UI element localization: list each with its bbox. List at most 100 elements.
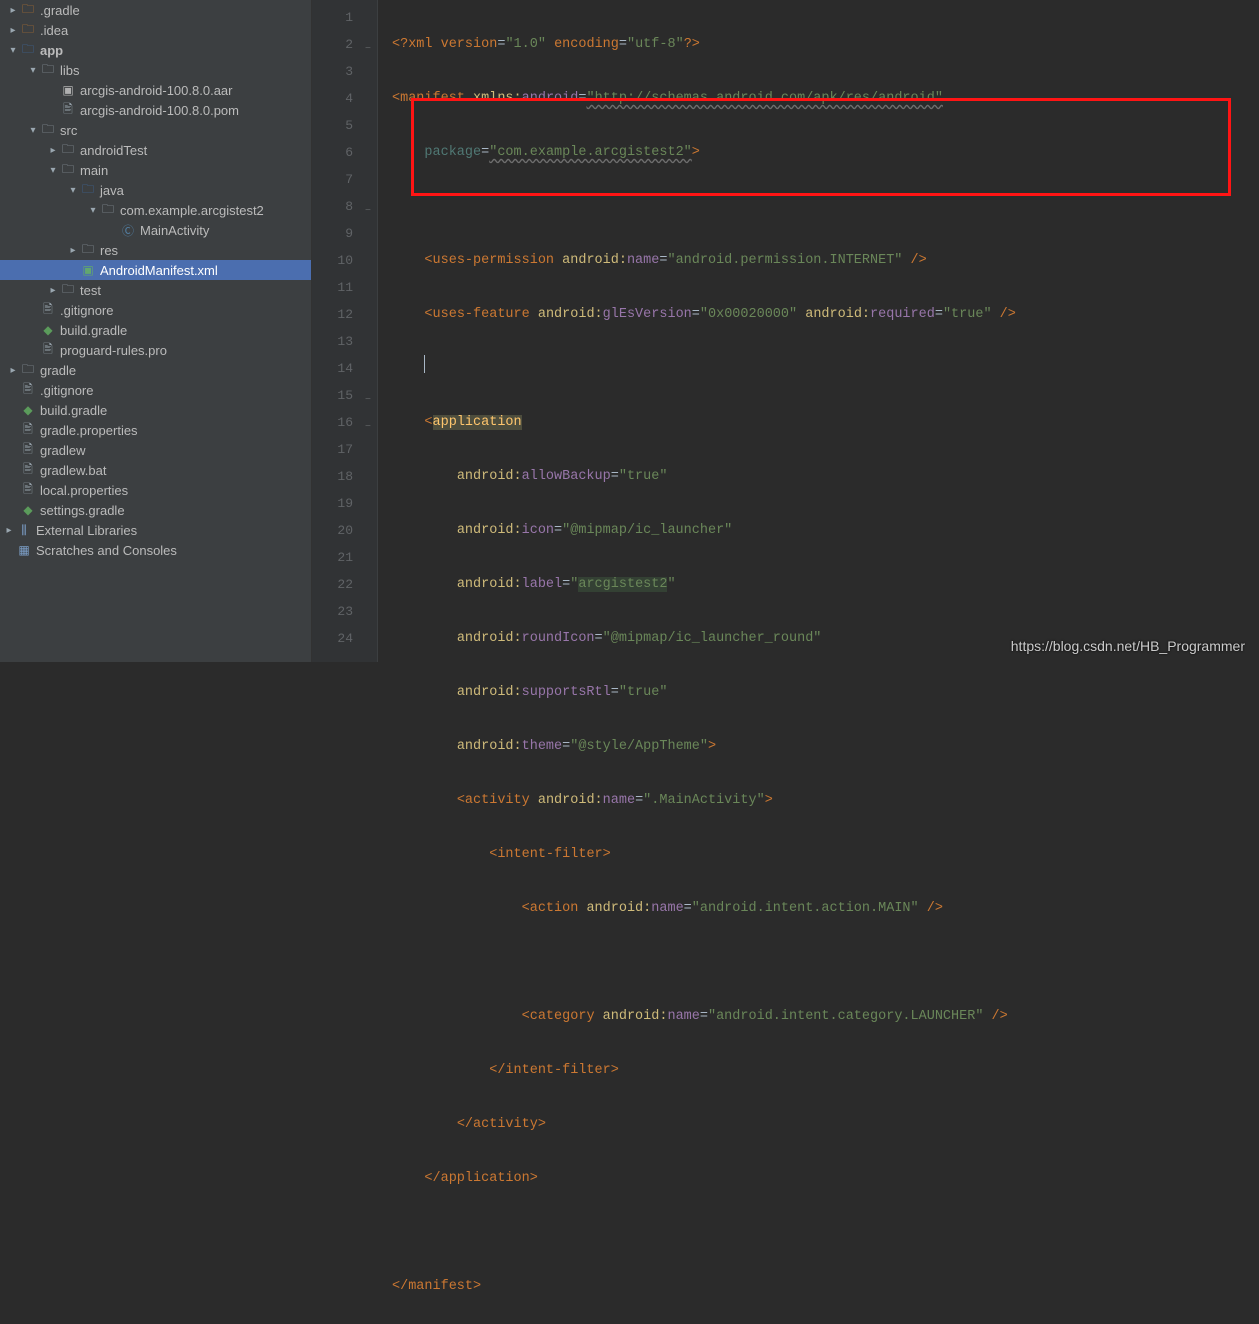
folder-icon: 🗀 <box>60 282 76 298</box>
tree-label: com.example.arcgistest2 <box>120 203 305 218</box>
chevron-down-icon: ▾ <box>26 125 40 136</box>
folder-icon: 🗀 <box>60 142 76 158</box>
file-icon: 🖹 <box>20 482 36 498</box>
tree-label: libs <box>60 63 305 78</box>
tree-label: java <box>100 183 305 198</box>
gradle-icon: ◆ <box>20 402 36 418</box>
tree-label: arcgis-android-100.8.0.aar <box>80 83 305 98</box>
chevron-right-icon: ▸ <box>2 525 16 536</box>
manifest-icon: ▣ <box>80 262 96 278</box>
chevron-down-icon: ▾ <box>66 185 80 196</box>
tree-label: main <box>80 163 305 178</box>
tree-main[interactable]: ▾🗀main <box>0 160 311 180</box>
tree-manifest[interactable]: ▣ AndroidManifest.xml <box>0 260 311 280</box>
tree-java[interactable]: ▾🗀 java <box>0 180 311 200</box>
tree-label: gradle <box>40 363 305 378</box>
chevron-right-icon: ▸ <box>46 145 60 156</box>
tree-label: build.gradle <box>60 323 305 338</box>
tree-gradlew-bat[interactable]: 🖹 gradlew.bat <box>0 460 311 480</box>
chevron-down-icon: ▾ <box>6 45 20 56</box>
tree-aar[interactable]: ▣ arcgis-android-100.8.0.aar <box>0 80 311 100</box>
package-icon: 🗀 <box>100 202 116 218</box>
tree-gitignore2[interactable]: 🖹 .gitignore <box>0 380 311 400</box>
chevron-right-icon: ▸ <box>6 5 20 16</box>
code-editor[interactable]: 1234 5678 9101112 13141516 17181920 2122… <box>312 0 1259 662</box>
tree-label: build.gradle <box>40 403 305 418</box>
tree-label: settings.gradle <box>40 503 305 518</box>
chevron-right-icon: ▸ <box>6 365 20 376</box>
tree-main-activity[interactable]: Ⓒ MainActivity <box>0 220 311 240</box>
file-icon: 🖹 <box>20 382 36 398</box>
tree-label: MainActivity <box>140 223 305 238</box>
class-icon: Ⓒ <box>120 222 136 238</box>
editor-content[interactable]: <?xml version="1.0" encoding="utf-8"?> <… <box>378 0 1259 662</box>
tree-package[interactable]: ▾🗀 com.example.arcgistest2 <box>0 200 311 220</box>
tree-idea-dir[interactable]: ▸🗀 .idea <box>0 20 311 40</box>
chevron-right-icon: ▸ <box>66 245 80 256</box>
scratch-icon: ▦ <box>16 542 32 558</box>
tree-label: app <box>40 43 305 58</box>
folder-icon: 🗀 <box>80 182 96 198</box>
tree-src[interactable]: ▾🗀 src <box>0 120 311 140</box>
tree-label: .gradle <box>40 3 305 18</box>
tree-proguard[interactable]: 🖹 proguard-rules.pro <box>0 340 311 360</box>
module-icon: 🗀 <box>20 42 36 58</box>
tree-label: .idea <box>40 23 305 38</box>
tree-build-gradle[interactable]: ◆ build.gradle <box>0 320 311 340</box>
tree-build-gradle2[interactable]: ◆ build.gradle <box>0 400 311 420</box>
chevron-down-icon: ▾ <box>26 65 40 76</box>
tree-local-props[interactable]: 🖹 local.properties <box>0 480 311 500</box>
tree-label: local.properties <box>40 483 305 498</box>
chevron-right-icon: ▸ <box>46 285 60 296</box>
library-icon: ⫼ <box>16 522 32 538</box>
gradle-icon: ◆ <box>40 322 56 338</box>
file-icon: 🖹 <box>20 462 36 478</box>
tree-test[interactable]: ▸🗀 test <box>0 280 311 300</box>
tree-pom[interactable]: 🖹arcgis-android-100.8.0.pom <box>0 100 311 120</box>
chevron-down-icon: ▾ <box>86 205 100 216</box>
file-icon: 🖹 <box>20 422 36 438</box>
caret-icon <box>424 355 425 373</box>
tree-label: src <box>60 123 305 138</box>
archive-icon: ▣ <box>60 82 76 98</box>
tree-scratches[interactable]: ▦ Scratches and Consoles <box>0 540 311 560</box>
tree-label: gradlew <box>40 443 305 458</box>
folder-icon: 🗀 <box>40 62 56 78</box>
tree-label: External Libraries <box>36 523 305 538</box>
file-icon: 🖹 <box>40 342 56 358</box>
gradle-icon: ◆ <box>20 502 36 518</box>
tree-external-libs[interactable]: ▸⫼ External Libraries <box>0 520 311 540</box>
folder-icon: 🗀 <box>20 2 36 18</box>
project-tree[interactable]: ▸🗀.gradle ▸🗀.idea ▾🗀app ▾🗀libs ▣arcgis-a… <box>0 0 312 662</box>
folder-icon: 🗀 <box>80 242 96 258</box>
tree-gradle-folder[interactable]: ▸🗀 gradle <box>0 360 311 380</box>
tree-gradlew[interactable]: 🖹gradlew <box>0 440 311 460</box>
tree-app[interactable]: ▾🗀 app <box>0 40 311 60</box>
tree-libs[interactable]: ▾🗀 libs <box>0 60 311 80</box>
tree-label: arcgis-android-100.8.0.pom <box>80 103 305 118</box>
tree-label: gradle.properties <box>40 423 305 438</box>
line-gutter: 1234 5678 9101112 13141516 17181920 2122… <box>312 0 378 662</box>
tree-label: test <box>80 283 305 298</box>
file-icon: 🖹 <box>40 302 56 318</box>
folder-icon: 🗀 <box>60 162 76 178</box>
tree-label: AndroidManifest.xml <box>100 263 305 278</box>
tree-gradle-props[interactable]: 🖹 gradle.properties <box>0 420 311 440</box>
folder-icon: 🗀 <box>20 22 36 38</box>
tree-gitignore[interactable]: 🖹 .gitignore <box>0 300 311 320</box>
tree-label: .gitignore <box>40 383 305 398</box>
tree-res[interactable]: ▸🗀 res <box>0 240 311 260</box>
tree-label: gradlew.bat <box>40 463 305 478</box>
tree-android-test[interactable]: ▸🗀 androidTest <box>0 140 311 160</box>
tree-label: proguard-rules.pro <box>60 343 305 358</box>
tree-gradle-dir[interactable]: ▸🗀 .gradle <box>0 0 311 20</box>
folder-icon: 🗀 <box>20 362 36 378</box>
tree-settings-gradle[interactable]: ◆ settings.gradle <box>0 500 311 520</box>
tree-label: androidTest <box>80 143 305 158</box>
tree-label: .gitignore <box>60 303 305 318</box>
watermark-text: https://blog.csdn.net/HB_Programmer <box>1011 638 1245 654</box>
folder-icon: 🗀 <box>40 122 56 138</box>
tree-label: Scratches and Consoles <box>36 543 305 558</box>
tree-label: res <box>100 243 305 258</box>
chevron-right-icon: ▸ <box>6 25 20 36</box>
